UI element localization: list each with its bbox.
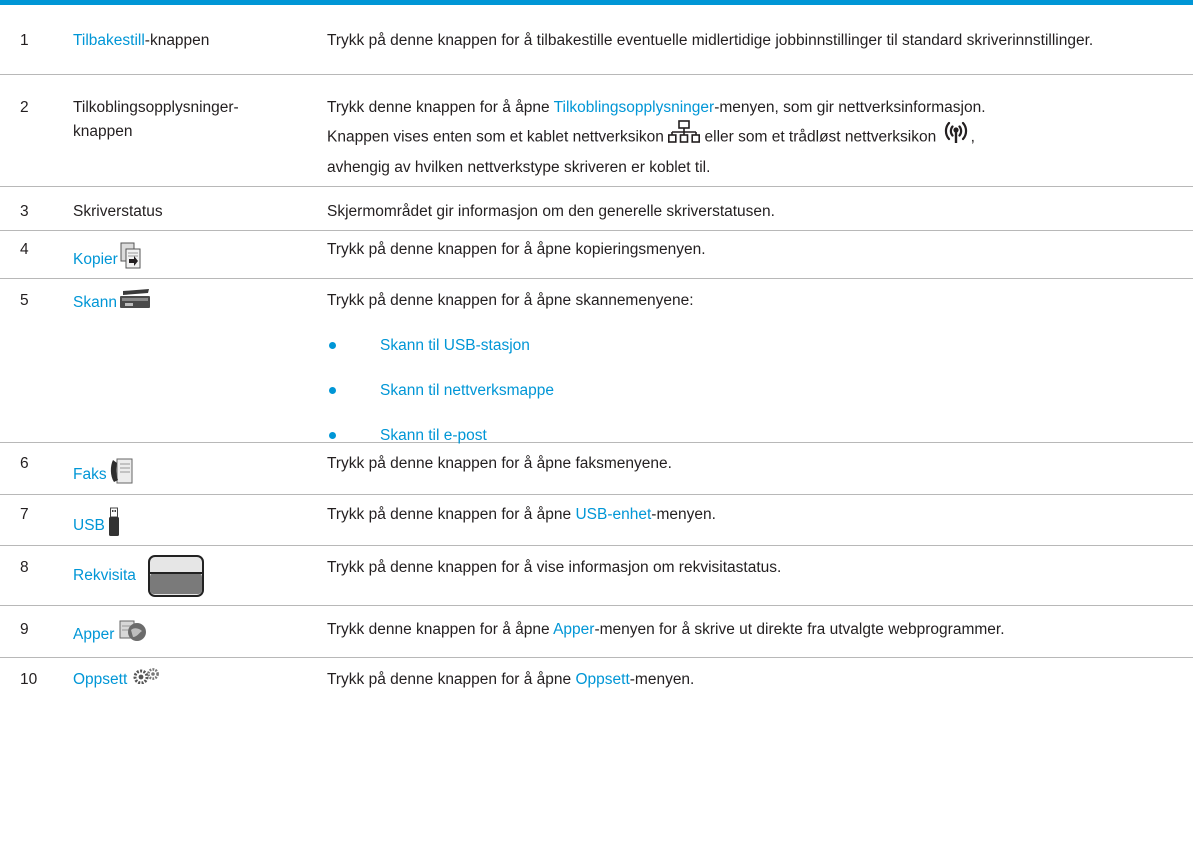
wireless-network-icon bbox=[941, 120, 971, 155]
row-description: Trykk på denne knappen for å åpne USB-en… bbox=[327, 506, 716, 523]
copy-icon bbox=[120, 242, 142, 278]
table-row: 6 Faks Trykk på denne knappen for å åpne… bbox=[0, 443, 1193, 495]
table-row: 10 Oppsett Trykk på denne knappen for å … bbox=[0, 658, 1193, 702]
fax-icon bbox=[110, 456, 134, 494]
usb-icon bbox=[108, 507, 120, 545]
row-name: Tilkoblingsopplysninger-knappen bbox=[73, 99, 239, 140]
row-name: Oppsett bbox=[73, 668, 162, 692]
row-name: Apper bbox=[73, 620, 147, 650]
fax-link[interactable]: Faks bbox=[73, 466, 107, 483]
scan-menu-list: Skann til USB-stasjon Skann til nettverk… bbox=[327, 334, 1189, 448]
table-row: 4 Kopier Trykk på denne knappen for å åp… bbox=[0, 231, 1193, 279]
list-item[interactable]: Skann til USB-stasjon bbox=[327, 334, 1189, 358]
row-name: Tilbakestill-knappen bbox=[73, 32, 210, 49]
row-number: 4 bbox=[20, 241, 29, 258]
apps-link[interactable]: Apper bbox=[73, 626, 114, 643]
row-name: Kopier bbox=[73, 242, 142, 278]
row-number: 3 bbox=[20, 203, 29, 220]
row-number: 10 bbox=[20, 671, 38, 688]
scan-link[interactable]: Skann bbox=[73, 294, 117, 311]
wired-network-icon bbox=[668, 120, 701, 155]
row-description: Trykk på denne knappen for å åpne faksme… bbox=[327, 455, 672, 472]
row-description: Skjermområdet gir informasjon om den gen… bbox=[327, 203, 775, 220]
setup-menu-link[interactable]: Oppsett bbox=[575, 671, 629, 688]
row-description: Trykk på denne knappen for å vise inform… bbox=[327, 559, 782, 576]
row-description: Trykk denne knappen for å åpne Apper-men… bbox=[327, 621, 1005, 638]
row-description: Trykk på denne knappen for å åpne kopier… bbox=[327, 241, 706, 258]
gear-icon bbox=[132, 668, 162, 692]
setup-link[interactable]: Oppsett bbox=[73, 671, 127, 688]
apps-menu-link[interactable]: Apper bbox=[553, 621, 594, 638]
table-row: 5 Skann Trykk på denne knappen for å åpn… bbox=[0, 279, 1193, 444]
usb-device-link[interactable]: USB-enhet bbox=[575, 506, 651, 523]
row-name: Skann bbox=[73, 289, 151, 317]
scan-icon bbox=[119, 289, 151, 317]
table-row: 1 Tilbakestill-knappen Trykk på denne kn… bbox=[0, 5, 1193, 75]
row-number: 1 bbox=[20, 32, 29, 49]
connection-info-link[interactable]: Tilkoblingsopplysninger bbox=[554, 99, 715, 116]
row-description: Trykk på denne knappen for å åpne skanne… bbox=[327, 289, 1189, 448]
table-row: 7 USB Trykk på denne knappen for å åpne … bbox=[0, 495, 1193, 546]
row-name: Skriverstatus bbox=[73, 203, 163, 220]
reset-link[interactable]: Tilbakestill bbox=[73, 32, 145, 49]
row-number: 9 bbox=[20, 621, 29, 638]
table-row: 9 Apper Trykk denne knappen for å åpne A… bbox=[0, 606, 1193, 658]
table-row: 8 Rekvisita Trykk på denne knappen for å… bbox=[0, 546, 1193, 606]
row-number: 2 bbox=[20, 99, 29, 116]
row-name: Rekvisita bbox=[73, 564, 136, 588]
usb-link[interactable]: USB bbox=[73, 517, 105, 534]
row-number: 8 bbox=[20, 559, 29, 576]
row-description: Trykk på denne knappen for å åpne Oppset… bbox=[327, 671, 695, 688]
supplies-icon bbox=[148, 555, 204, 602]
row-name: Faks bbox=[73, 456, 134, 494]
list-item[interactable]: Skann til nettverksmappe bbox=[327, 379, 1189, 403]
copy-link[interactable]: Kopier bbox=[73, 251, 118, 268]
apps-icon bbox=[119, 620, 147, 650]
row-number: 5 bbox=[20, 292, 29, 309]
row-number: 6 bbox=[20, 455, 29, 472]
supplies-link[interactable]: Rekvisita bbox=[73, 567, 136, 584]
row-name: USB bbox=[73, 507, 120, 545]
row-number: 7 bbox=[20, 506, 29, 523]
table-row: 2 Tilkoblingsopplysninger-knappen Trykk … bbox=[0, 75, 1193, 187]
row-description: Trykk på denne knappen for å tilbakestil… bbox=[327, 32, 1094, 49]
table-row: 3 Skriverstatus Skjermområdet gir inform… bbox=[0, 187, 1193, 231]
row-description: Trykk denne knappen for å åpne Tilkoblin… bbox=[327, 99, 986, 176]
control-panel-table: 1 Tilbakestill-knappen Trykk på denne kn… bbox=[0, 5, 1193, 702]
